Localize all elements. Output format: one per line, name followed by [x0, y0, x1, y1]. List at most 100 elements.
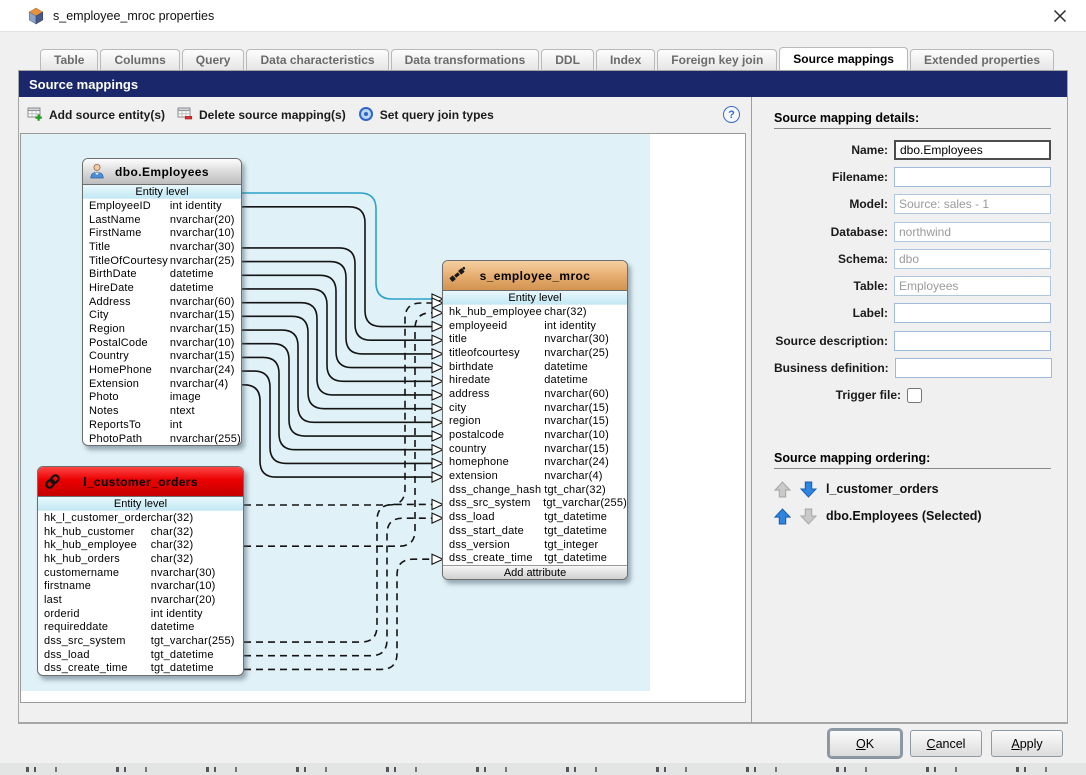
attribute-row[interactable]: extensionnvarchar(4) [443, 469, 627, 483]
attribute-row[interactable]: BirthDatedatetime [83, 267, 241, 281]
attribute-row[interactable]: titlenvarchar(30) [443, 332, 627, 346]
delete-source-mapping-button[interactable]: Delete source mapping(s) [177, 106, 346, 125]
tab-columns[interactable]: Columns [100, 49, 179, 70]
attribute-row[interactable]: dss_change_hashtgt_char(32) [443, 483, 627, 497]
attribute-row[interactable]: lastnvarchar(20) [38, 593, 243, 607]
attribute-row[interactable]: orderidint identity [38, 607, 243, 621]
entity-l-customer-orders[interactable]: l_customer_ordersEntity levelhk_l_custom… [37, 466, 244, 676]
attribute-row[interactable]: countrynvarchar(15) [443, 442, 627, 456]
attribute-row[interactable]: addressnvarchar(60) [443, 387, 627, 401]
attribute-row[interactable]: Regionnvarchar(15) [83, 322, 241, 336]
attribute-row[interactable]: dss_src_systemtgt_varchar(255) [38, 634, 243, 648]
attribute-row[interactable]: dss_loadtgt_datetime [38, 648, 243, 662]
database-field[interactable] [894, 222, 1051, 242]
attribute-row[interactable]: regionnvarchar(15) [443, 415, 627, 429]
attribute-row[interactable]: firstnamenvarchar(10) [38, 579, 243, 593]
attribute-row[interactable]: hk_l_customer_orderschar(32) [38, 511, 243, 525]
attribute-row[interactable]: HireDatedatetime [83, 281, 241, 295]
tab-foreign-key-join[interactable]: Foreign key join [657, 49, 777, 70]
trigger-file-checkbox[interactable] [907, 388, 922, 403]
attribute-row[interactable]: dss_src_systemtgt_varchar(255) [443, 497, 627, 511]
attribute-row[interactable]: dss_versiontgt_integer [443, 538, 627, 552]
entity-header[interactable]: s_employee_mroc [443, 261, 627, 291]
attribute-row[interactable]: Countrynvarchar(15) [83, 350, 241, 364]
name-field[interactable] [894, 140, 1051, 160]
attribute-row[interactable]: TitleOfCourtesynvarchar(25) [83, 254, 241, 268]
attribute-type: nvarchar(4) [170, 378, 228, 390]
attribute-row[interactable]: dss_start_datetgt_datetime [443, 524, 627, 538]
attribute-name: TitleOfCourtesy [83, 255, 170, 267]
attribute-row[interactable]: Titlenvarchar(30) [83, 240, 241, 254]
tab-ddl[interactable]: DDL [541, 49, 594, 70]
entity-level-row[interactable]: Entity level [443, 291, 627, 305]
attribute-row[interactable]: dss_loadtgt_datetime [443, 510, 627, 524]
attribute-row[interactable]: Addressnvarchar(60) [83, 295, 241, 309]
attribute-row[interactable]: hiredatedatetime [443, 373, 627, 387]
tab-data-transformations[interactable]: Data transformations [391, 49, 540, 70]
attribute-row[interactable]: titleofcourtesynvarchar(25) [443, 346, 627, 360]
model-field[interactable] [894, 194, 1051, 214]
entity-level-row[interactable]: Entity level [83, 185, 241, 199]
attribute-row[interactable]: PostalCodenvarchar(10) [83, 336, 241, 350]
field-row-label: Label: [774, 300, 1051, 327]
attribute-row[interactable]: hk_hub_customerchar(32) [38, 525, 243, 539]
attribute-row[interactable]: PhotoPathnvarchar(255) [83, 432, 241, 446]
entity-header[interactable]: l_customer_orders [38, 467, 243, 497]
add-source-entity-button[interactable]: Add source entity(s) [27, 106, 165, 125]
tab-data-characteristics[interactable]: Data characteristics [246, 49, 388, 70]
attribute-row[interactable]: hk_hub_orderschar(32) [38, 552, 243, 566]
attribute-row[interactable]: customernamenvarchar(30) [38, 566, 243, 580]
attribute-row[interactable]: Notesntext [83, 404, 241, 418]
schema-field[interactable] [894, 249, 1051, 269]
entity-header[interactable]: dbo.Employees [83, 159, 241, 185]
move-down-icon[interactable] [800, 481, 817, 498]
help-icon[interactable]: ? [723, 106, 740, 123]
attribute-row[interactable]: postalcodenvarchar(10) [443, 428, 627, 442]
attribute-row[interactable]: homephonenvarchar(24) [443, 456, 627, 470]
set-query-join-types-button[interactable]: Set query join types [358, 106, 494, 125]
attribute-name: orderid [38, 608, 151, 620]
attribute-row[interactable]: EmployeeIDint identity [83, 199, 241, 213]
attribute-row[interactable]: hk_hub_employeechar(32) [38, 538, 243, 552]
entity-dbo-employees[interactable]: dbo.EmployeesEntity levelEmployeeIDint i… [82, 158, 242, 446]
attribute-row[interactable]: FirstNamenvarchar(10) [83, 226, 241, 240]
label-field[interactable] [894, 303, 1051, 323]
attribute-row[interactable]: HomePhonenvarchar(24) [83, 363, 241, 377]
attribute-row[interactable]: Citynvarchar(15) [83, 309, 241, 323]
ok-button[interactable]: OK [829, 730, 901, 757]
move-up-icon[interactable] [774, 508, 791, 525]
tab-source-mappings[interactable]: Source mappings [779, 47, 908, 70]
attribute-row[interactable]: dss_create_timetgt_datetime [38, 662, 243, 676]
attribute-row[interactable]: hk_hub_employeechar(32) [443, 305, 627, 319]
business-definition-field[interactable] [895, 358, 1052, 378]
attribute-name: dss_load [443, 511, 544, 523]
panel-splitter[interactable] [751, 97, 752, 724]
tab-query[interactable]: Query [182, 49, 245, 70]
attribute-name: last [38, 594, 151, 606]
attribute-row[interactable]: dss_create_timetgt_datetime [443, 551, 627, 565]
add-attribute-button[interactable]: Add attribute [443, 565, 627, 579]
diagram-canvas[interactable]: dbo.EmployeesEntity levelEmployeeIDint i… [20, 133, 746, 703]
entity-s-employee-mroc[interactable]: s_employee_mrocEntity levelhk_hub_employ… [442, 260, 628, 580]
attribute-row[interactable]: LastNamenvarchar(20) [83, 213, 241, 227]
table-field[interactable] [894, 276, 1051, 296]
attribute-row[interactable]: Photoimage [83, 391, 241, 405]
attribute-row[interactable]: ReportsToint [83, 418, 241, 432]
attribute-row[interactable]: employeeidint identity [443, 319, 627, 333]
attribute-row[interactable]: requireddatedatetime [38, 621, 243, 635]
attribute-row[interactable]: Extensionnvarchar(4) [83, 377, 241, 391]
close-icon[interactable] [1052, 8, 1068, 24]
filename-field[interactable] [894, 167, 1051, 187]
attribute-row[interactable]: birthdatedatetime [443, 360, 627, 374]
add-table-icon [27, 106, 43, 125]
source-description-field[interactable] [894, 331, 1051, 351]
tab-extended-properties[interactable]: Extended properties [910, 49, 1054, 70]
tab-table[interactable]: Table [40, 49, 98, 70]
entity-level-row[interactable]: Entity level [38, 497, 243, 511]
apply-button[interactable]: Apply [991, 730, 1063, 757]
attribute-type: tgt_datetime [544, 511, 607, 523]
tab-index[interactable]: Index [596, 49, 655, 70]
cancel-button[interactable]: Cancel [910, 730, 982, 757]
attribute-row[interactable]: citynvarchar(15) [443, 401, 627, 415]
field-label: Table: [774, 279, 894, 293]
